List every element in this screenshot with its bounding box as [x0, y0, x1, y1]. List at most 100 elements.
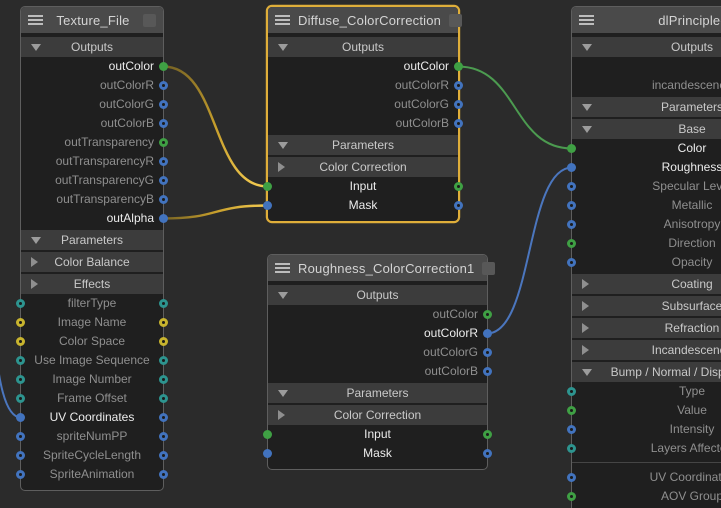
socket-layers-affected-left[interactable] — [567, 444, 576, 453]
socket-outcolor-right[interactable] — [454, 62, 463, 71]
wire-diffuse-outcolor-to-principled-color[interactable] — [458, 67, 572, 149]
section-color-correction[interactable]: Color Correction — [268, 157, 458, 177]
attribute-label: outColor — [21, 57, 163, 76]
socket-uv-coordinates-right[interactable] — [159, 413, 168, 422]
section-coating[interactable]: Coating — [572, 274, 721, 294]
socket-uv-coordinates-left[interactable] — [16, 413, 25, 422]
socket-input-left[interactable] — [263, 430, 272, 439]
socket-mask-right[interactable] — [454, 201, 463, 210]
section-color-correction[interactable]: Color Correction — [268, 405, 487, 425]
wire-roughness-outcolorr-to-principled-roughness[interactable] — [487, 168, 572, 334]
socket-mask-right[interactable] — [483, 449, 492, 458]
socket-outcolorr-right[interactable] — [159, 81, 168, 90]
node-roughness-colorcorrection1[interactable]: Roughness_ColorCorrection1 Outputs outColo… — [267, 254, 488, 470]
socket-frame-offset-left[interactable] — [16, 394, 25, 403]
socket-image-name-right[interactable] — [159, 318, 168, 327]
hamburger-icon[interactable] — [579, 15, 594, 25]
socket-color-space-right[interactable] — [159, 337, 168, 346]
preview-swatch[interactable] — [449, 14, 462, 27]
node-header[interactable]: Roughness_ColorCorrection1 — [268, 255, 487, 281]
preview-swatch[interactable] — [143, 14, 156, 27]
socket-outcolorg-right[interactable] — [483, 348, 492, 357]
socket-color-left[interactable] — [567, 144, 576, 153]
attribute-label: outColorR — [268, 76, 458, 95]
node-header[interactable]: Texture_File — [21, 7, 163, 33]
socket-spritecyclelength-left[interactable] — [16, 451, 25, 460]
socket-outcolor-right[interactable] — [159, 62, 168, 71]
hamburger-icon[interactable] — [28, 15, 43, 25]
wire-texture-outcolor-to-diffuse-input[interactable] — [163, 67, 268, 187]
section-color-balance[interactable]: Color Balance — [21, 252, 163, 272]
section-base[interactable]: Base — [572, 119, 721, 139]
section-parameters[interactable]: Parameters — [572, 97, 721, 117]
preview-swatch[interactable] — [482, 262, 495, 275]
socket-outcolorr-right[interactable] — [483, 329, 492, 338]
socket-mask-left[interactable] — [263, 201, 272, 210]
section-outputs[interactable]: Outputs — [21, 37, 163, 57]
socket-intensity-left[interactable] — [567, 425, 576, 434]
socket-type-left[interactable] — [567, 387, 576, 396]
section-effects[interactable]: Effects — [21, 274, 163, 294]
socket-metallic-left[interactable] — [567, 201, 576, 210]
socket-outcolorb-right[interactable] — [454, 119, 463, 128]
socket-outcolorg-right[interactable] — [454, 100, 463, 109]
socket-outtransparencyg-right[interactable] — [159, 176, 168, 185]
section-incandescence[interactable]: Incandescence — [572, 340, 721, 360]
socket-outcolorb-right[interactable] — [483, 367, 492, 376]
socket-input-right[interactable] — [483, 430, 492, 439]
hamburger-icon[interactable] — [275, 15, 290, 25]
section-bump-normal-displacement[interactable]: Bump / Normal / Displacement — [572, 362, 721, 382]
socket-input-right[interactable] — [454, 182, 463, 191]
socket-anisotropy-left[interactable] — [567, 220, 576, 229]
socket-outalpha-right[interactable] — [159, 214, 168, 223]
socket-filtertype-left[interactable] — [16, 299, 25, 308]
wire-texture-outalpha-to-diffuse-mask[interactable] — [163, 206, 268, 219]
node-editor-canvas[interactable]: Texture_FileOutputsoutColoroutColorRoutC… — [0, 0, 721, 508]
hamburger-icon[interactable] — [275, 263, 290, 273]
socket-spritenumpp-left[interactable] — [16, 432, 25, 441]
row-outcolor: outColor — [21, 57, 163, 76]
socket-outcolorr-right[interactable] — [454, 81, 463, 90]
section-outputs[interactable]: Outputs — [572, 37, 721, 57]
socket-specular-level-left[interactable] — [567, 182, 576, 191]
section-parameters[interactable]: Parameters — [268, 135, 458, 155]
socket-outcolorg-right[interactable] — [159, 100, 168, 109]
socket-image-number-right[interactable] — [159, 375, 168, 384]
section-parameters[interactable]: Parameters — [268, 383, 487, 403]
section-refraction[interactable]: Refraction — [572, 318, 721, 338]
socket-opacity-left[interactable] — [567, 258, 576, 267]
socket-color-space-left[interactable] — [16, 337, 25, 346]
section-parameters[interactable]: Parameters — [21, 230, 163, 250]
attribute-label: outColorR — [268, 324, 487, 343]
section-outputs[interactable]: Outputs — [268, 37, 458, 57]
section-subsurface[interactable]: Subsurface — [572, 296, 721, 316]
section-outputs[interactable]: Outputs — [268, 285, 487, 305]
socket-spritecyclelength-right[interactable] — [159, 451, 168, 460]
socket-value-left[interactable] — [567, 406, 576, 415]
socket-roughness-left[interactable] — [567, 163, 576, 172]
node-dlprincipled[interactable]: dlPrincipledOutputsincandescenceParamete… — [571, 6, 721, 508]
socket-mask-left[interactable] — [263, 449, 272, 458]
socket-use-image-sequence-right[interactable] — [159, 356, 168, 365]
node-diffuse-colorcorrection[interactable]: Diffuse_ColorCorrectionOutputsoutColorou… — [267, 6, 459, 222]
socket-outcolor-right[interactable] — [483, 310, 492, 319]
socket-spriteanimation-right[interactable] — [159, 470, 168, 479]
socket-outtransparency-right[interactable] — [159, 138, 168, 147]
node-header[interactable]: dlPrincipled — [572, 7, 721, 33]
socket-outtransparencyb-right[interactable] — [159, 195, 168, 204]
node-texture-file[interactable]: Texture_FileOutputsoutColoroutColorRoutC… — [20, 6, 164, 491]
socket-direction-left[interactable] — [567, 239, 576, 248]
socket-image-number-left[interactable] — [16, 375, 25, 384]
socket-uv-coordinates-left[interactable] — [567, 473, 576, 482]
socket-spriteanimation-left[interactable] — [16, 470, 25, 479]
socket-filtertype-right[interactable] — [159, 299, 168, 308]
socket-spritenumpp-right[interactable] — [159, 432, 168, 441]
node-header[interactable]: Diffuse_ColorCorrection — [268, 7, 458, 33]
socket-image-name-left[interactable] — [16, 318, 25, 327]
socket-input-left[interactable] — [263, 182, 272, 191]
socket-outtransparencyr-right[interactable] — [159, 157, 168, 166]
socket-use-image-sequence-left[interactable] — [16, 356, 25, 365]
socket-aov-group-left[interactable] — [567, 492, 576, 501]
socket-frame-offset-right[interactable] — [159, 394, 168, 403]
socket-outcolorb-right[interactable] — [159, 119, 168, 128]
